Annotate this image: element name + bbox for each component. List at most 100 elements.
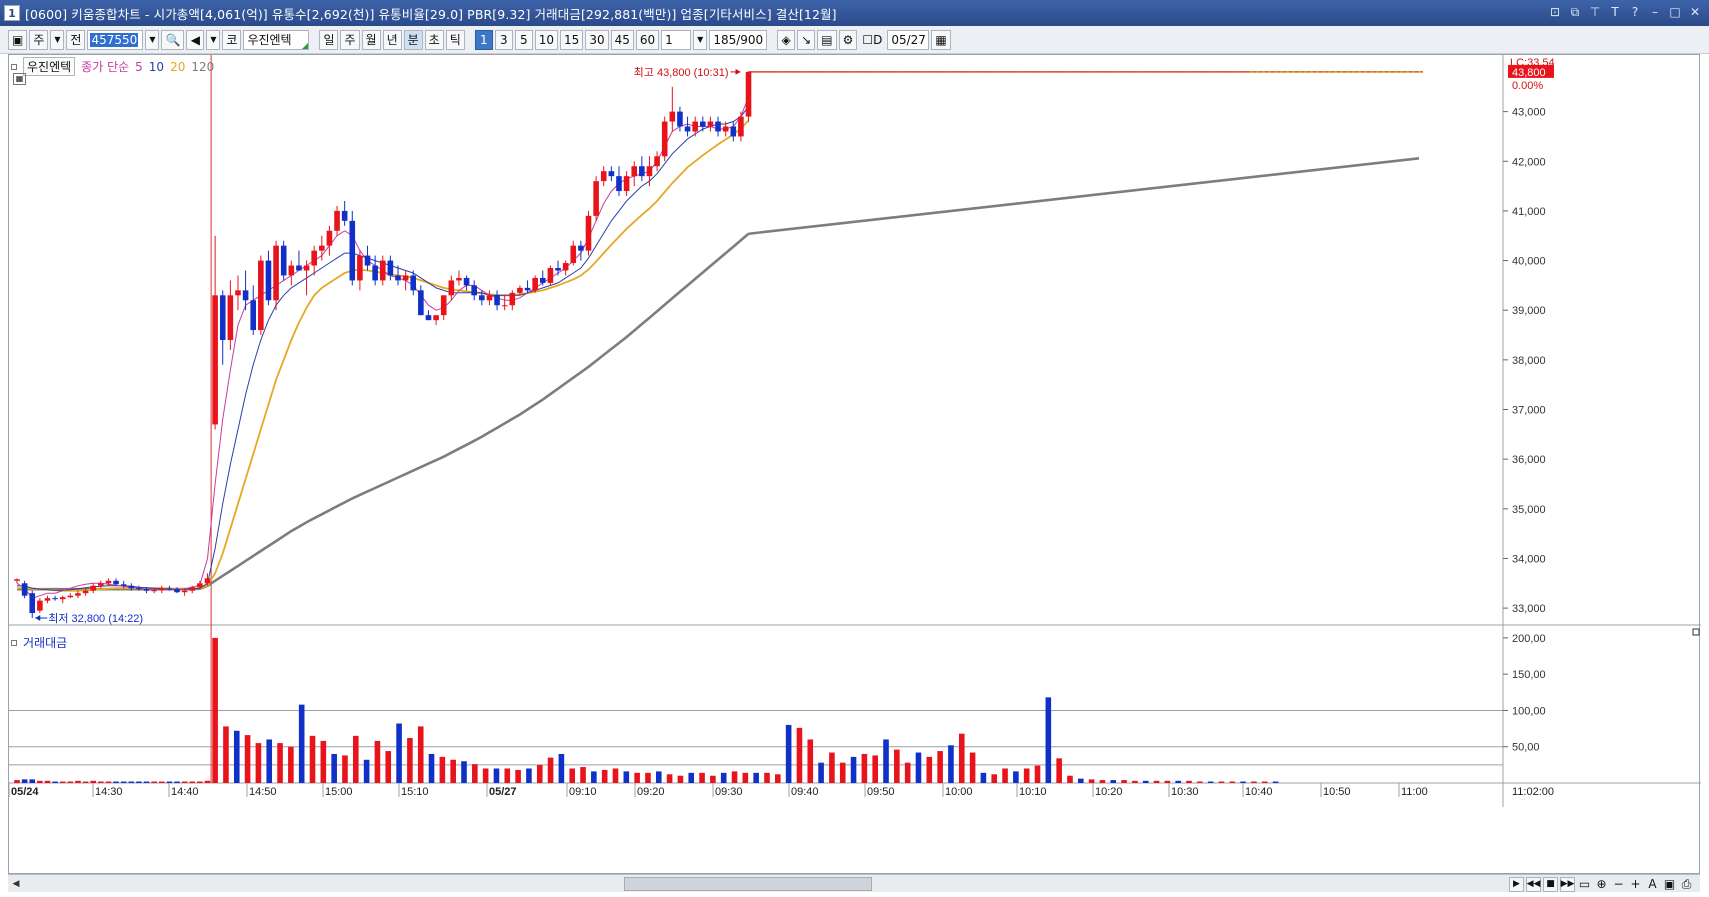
link-window-icon[interactable]: ⊡	[1547, 4, 1563, 20]
tab-tick[interactable]: 틱	[445, 29, 465, 50]
candle-body	[357, 255, 363, 281]
x-time-label: 09:50	[867, 786, 895, 798]
period-select[interactable]: 주	[29, 29, 49, 50]
candle-body	[98, 583, 104, 586]
range-select[interactable]: 전	[66, 29, 86, 50]
scroll-left-icon[interactable]: ◀	[8, 876, 24, 892]
volume-bar	[472, 764, 478, 783]
layout-icon[interactable]: ▣	[8, 29, 28, 50]
ma120-label[interactable]: 120	[191, 60, 214, 74]
volume-bar	[151, 781, 157, 783]
volume-bar	[233, 730, 240, 783]
volume-label[interactable]: 거래대금	[23, 634, 67, 651]
minimize-button[interactable]: –	[1647, 4, 1663, 20]
candle-body	[479, 295, 485, 301]
save-icon[interactable]: ▤	[817, 29, 837, 50]
y-tick-label: 41,000	[1512, 206, 1546, 218]
interval-60[interactable]: 60	[635, 29, 660, 50]
ma-label[interactable]: 종가 단순	[81, 58, 129, 75]
stock-code-input[interactable]: 457550	[87, 29, 144, 50]
zoom-area-icon[interactable]: ▭	[1577, 877, 1592, 892]
ma10-line	[17, 106, 749, 591]
drawing-tool-icon[interactable]: ↘	[797, 29, 816, 50]
tab-day[interactable]: 일	[319, 29, 339, 50]
x-date-label: 05/27	[489, 786, 517, 798]
window-number-icon[interactable]: 1	[4, 5, 20, 21]
stock-name-field[interactable]: 우진엔텍	[243, 29, 310, 50]
tab-week[interactable]: 주	[340, 29, 360, 50]
interval-3[interactable]: 3	[494, 29, 513, 50]
bar-count-field[interactable]: 185/900	[709, 29, 768, 50]
tab-minute[interactable]: 분	[403, 29, 423, 50]
search-icon[interactable]: 🔍	[161, 29, 185, 50]
close-button[interactable]: ✕	[1687, 4, 1703, 20]
copy-window-icon[interactable]: ⧉	[1567, 4, 1583, 20]
stop-icon[interactable]: ■	[1543, 876, 1558, 892]
candle-body	[677, 111, 683, 127]
candle-body	[280, 245, 287, 276]
candle-body	[372, 265, 378, 281]
chevron-down-icon[interactable]: ▼	[145, 29, 160, 50]
market-button[interactable]: 코	[222, 29, 242, 50]
chart-svg[interactable]: 43,000 42,000 41,000 40,000 39,000 38,000 37,0…	[9, 55, 1701, 875]
ma20-label[interactable]: 20	[170, 60, 185, 74]
candle-body	[501, 305, 508, 307]
candle-body	[578, 245, 584, 251]
chevron-down-icon[interactable]: ▼	[50, 29, 65, 50]
candle-body	[387, 260, 394, 276]
tab-month[interactable]: 월	[361, 29, 381, 50]
indicator-icon[interactable]: ◈	[777, 29, 796, 50]
table-icon[interactable]: ▦	[13, 73, 26, 85]
candle-body	[570, 245, 577, 264]
interval-30[interactable]: 30	[585, 29, 609, 50]
fast-forward-icon[interactable]: ▶▶	[1560, 876, 1575, 892]
count-input[interactable]: 1	[661, 29, 692, 50]
speaker-icon[interactable]: ◀	[186, 29, 205, 50]
panel-toggle-icon[interactable]	[11, 63, 17, 70]
gear-icon[interactable]: ⚙	[838, 29, 858, 50]
chart-area[interactable]: 43,000 42,000 41,000 40,000 39,000 38,000 37,0…	[8, 54, 1701, 875]
candle-body	[258, 260, 264, 331]
interval-45[interactable]: 45	[610, 29, 634, 50]
help-icon[interactable]: ?	[1627, 4, 1643, 20]
zoom-in-icon[interactable]: +	[1628, 877, 1643, 892]
snapshot-icon[interactable]: ▣	[1662, 877, 1677, 892]
candle-body	[319, 245, 325, 251]
volume-bar	[612, 768, 619, 783]
play-icon[interactable]: ▶	[1509, 876, 1524, 892]
volume-bar	[1153, 780, 1160, 783]
interval-15[interactable]: 15	[560, 29, 584, 50]
date-field[interactable]: 05/27	[887, 29, 930, 50]
chart-scrollbar[interactable]: ◀ ▶ ◀◀ ■ ▶▶ ▭ ⊕ − + A ▣ ⎙	[8, 874, 1700, 892]
candle-body	[494, 295, 500, 306]
chevron-down-icon[interactable]: ▼	[206, 29, 221, 50]
tab-year[interactable]: 년	[382, 29, 402, 50]
rewind-icon[interactable]: ◀◀	[1526, 876, 1541, 892]
x-time-label: 14:40	[171, 786, 199, 798]
interval-5[interactable]: 5	[514, 29, 533, 50]
interval-10[interactable]: 10	[534, 29, 559, 50]
maximize-button[interactable]: □	[1667, 4, 1683, 20]
print-icon[interactable]: ⎙	[1679, 877, 1694, 892]
clock-label: 11:02:00	[1512, 786, 1554, 798]
panel-toggle-icon[interactable]	[11, 639, 17, 646]
calendar-icon[interactable]: ▦	[931, 29, 951, 50]
volume-bar	[82, 781, 89, 783]
font-size-icon[interactable]: T	[1607, 4, 1623, 20]
volume-legend: 거래대금	[11, 634, 67, 651]
scroll-thumb[interactable]	[624, 877, 872, 891]
ma10-label[interactable]: 10	[149, 60, 164, 74]
legend-stock-name[interactable]: 우진엔텍	[23, 57, 76, 76]
ma5-label[interactable]: 5	[135, 60, 143, 74]
d-checkbox[interactable]: ☐ D	[859, 30, 885, 50]
tab-second[interactable]: 초	[424, 29, 444, 50]
chevron-down-icon[interactable]: ▼	[693, 29, 708, 50]
pin-top-icon[interactable]: ⊤	[1587, 4, 1603, 20]
title-bar: 1 [0600] 키움종합차트 - 시가총액[4,061(억)] 유통수[2,6…	[0, 0, 1709, 26]
volume-bar	[1045, 697, 1052, 783]
interval-1[interactable]: 1	[474, 29, 493, 50]
text-tool-icon[interactable]: A	[1645, 877, 1660, 892]
zoom-out-icon[interactable]: −	[1611, 877, 1626, 892]
crosshair-icon[interactable]: ⊕	[1594, 877, 1609, 892]
volume-bar	[407, 738, 413, 783]
